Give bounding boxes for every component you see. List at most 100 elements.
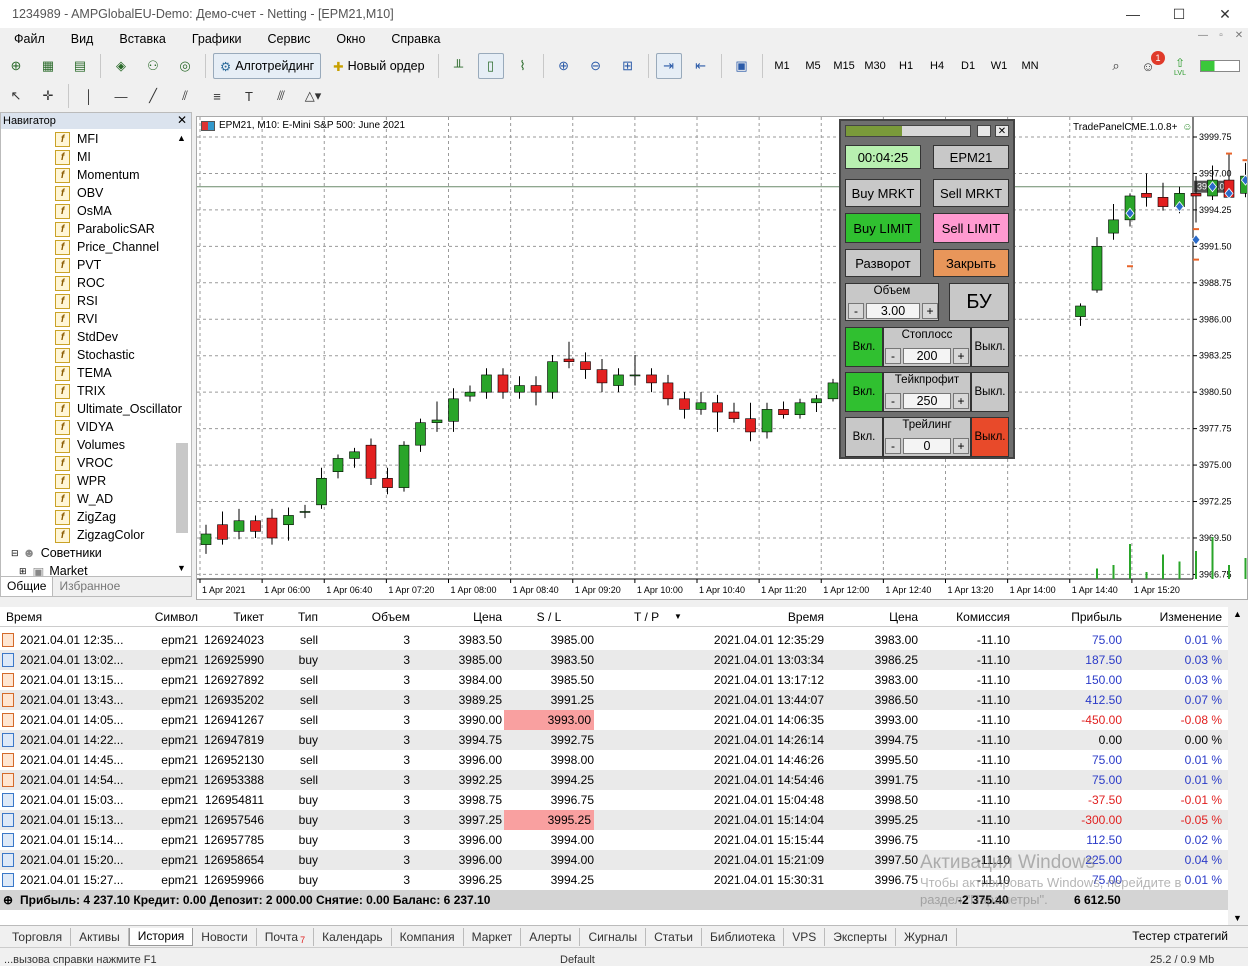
signals-icon[interactable]: ◎ (172, 53, 198, 79)
toolbox-tab[interactable]: Алерты (521, 927, 581, 946)
toolbox-tab[interactable]: Торговля (4, 927, 72, 946)
timeframe-mn[interactable]: MN (1015, 53, 1046, 79)
timeframe-m1[interactable]: M1 (767, 53, 798, 79)
history-column-header[interactable]: Время (6, 610, 126, 624)
table-row[interactable]: 2021.04.01 15:14... epm21 126957785 buy 3 399… (0, 830, 1228, 850)
history-column-header[interactable]: Тикет (200, 610, 264, 624)
trailing-plus-button[interactable]: + (953, 438, 969, 454)
indicator-item[interactable]: f ZigzagColor (55, 526, 144, 544)
table-row[interactable]: 2021.04.01 15:13... epm21 126957546 buy 3 399… (0, 810, 1228, 830)
chart-window[interactable]: 3999.75 3997.00 3994.25 3991.50 3988.75 3986.… (196, 116, 1248, 600)
panel-minimize-button[interactable] (977, 125, 991, 137)
history-column-header[interactable]: S / L (504, 610, 594, 624)
indicator-item[interactable]: f RVI (55, 310, 98, 328)
auto-scroll-icon[interactable]: ⇥ (655, 53, 682, 79)
breakeven-button[interactable]: БУ (949, 283, 1009, 321)
indicator-item[interactable]: f OBV (55, 184, 103, 202)
history-column-header[interactable]: Объем (320, 610, 410, 624)
candlestick-chart-icon[interactable]: ▯ (477, 53, 504, 79)
new-order-button[interactable]: ✚ Новый ордер (327, 53, 430, 79)
indicator-item[interactable]: f TEMA (55, 364, 112, 382)
history-column-header[interactable]: Символ (128, 610, 198, 624)
indicator-item[interactable]: f MFI (55, 130, 99, 148)
crosshair-icon[interactable]: ✛ (35, 83, 61, 109)
menu-file[interactable]: Файл (0, 32, 58, 46)
toolbox-tab[interactable]: Библиотека (702, 927, 785, 946)
strategy-tester-tab[interactable]: Тестер стратегий (1132, 929, 1228, 943)
table-row[interactable]: 2021.04.01 13:02... epm21 126925990 buy 3 398… (0, 650, 1228, 670)
takeprofit-minus-button[interactable]: - (885, 393, 901, 409)
history-column-header[interactable]: Цена (826, 610, 918, 624)
menu-view[interactable]: Вид (58, 32, 107, 46)
toolbox-tab[interactable]: Статьи (646, 927, 703, 946)
indicator-item[interactable]: f PVT (55, 256, 101, 274)
stoploss-input[interactable]: 200 (903, 348, 951, 364)
table-row[interactable]: 2021.04.01 12:35... epm21 126924023 sell 3 39… (0, 630, 1228, 650)
toolbox-tab[interactable]: Новости (193, 927, 257, 946)
trailing-minus-button[interactable]: - (885, 438, 901, 454)
indicator-item[interactable]: f Stochastic (55, 346, 135, 364)
timeframe-d1[interactable]: D1 (953, 53, 984, 79)
close-position-button[interactable]: Закрыть (933, 249, 1009, 277)
market-watch-icon[interactable]: ▤ (67, 53, 93, 79)
indicator-item[interactable]: f MI (55, 148, 91, 166)
toolbox-tab[interactable]: Календарь (314, 927, 392, 946)
minimize-icon[interactable]: — (1110, 0, 1156, 28)
trailing-off-button[interactable]: Выкл. (971, 417, 1009, 457)
toolbox-tab[interactable]: История (128, 927, 194, 946)
mdi-close-icon[interactable]: ✕ (1230, 30, 1248, 41)
stoploss-plus-button[interactable]: + (953, 348, 969, 364)
toolbox-tab[interactable]: Эксперты (825, 927, 896, 946)
buy-market-button[interactable]: Buy MRKT (845, 179, 921, 207)
stoploss-minus-button[interactable]: - (885, 348, 901, 364)
volume-input[interactable]: 3.00 (866, 303, 920, 319)
takeprofit-on-button[interactable]: Вкл. (845, 372, 883, 412)
level-icon[interactable]: ⇧ LVL (1167, 53, 1193, 79)
gann-icon[interactable]: ⫻ (268, 83, 294, 109)
menu-insert[interactable]: Вставка (106, 32, 178, 46)
timeframe-m30[interactable]: M30 (860, 53, 891, 79)
maximize-icon[interactable]: ☐ (1156, 0, 1202, 28)
indicator-item[interactable]: f Price_Channel (55, 238, 159, 256)
timeframe-h1[interactable]: H1 (891, 53, 922, 79)
price-chart[interactable]: 3999.75 3997.00 3994.25 3991.50 3988.75 3986.… (197, 117, 1247, 599)
scroll-thumb[interactable] (176, 443, 188, 533)
advisors-item[interactable]: ⊟ ☻ Советники (11, 544, 102, 562)
zoom-out-icon[interactable]: ⊖ (583, 53, 609, 79)
text-icon[interactable]: T (236, 83, 262, 109)
table-row[interactable]: 2021.04.01 15:27... epm21 126959966 buy 3 399… (0, 870, 1228, 890)
toolbox-tab[interactable]: Активы (71, 927, 129, 946)
timeframe-m15[interactable]: M15 (829, 53, 860, 79)
history-column-header[interactable]: Прибыль (1012, 610, 1122, 624)
line-chart-icon[interactable]: ⌇ (510, 53, 536, 79)
indicator-item[interactable]: f Momentum (55, 166, 140, 184)
menu-help[interactable]: Справка (378, 32, 453, 46)
chart-shift-icon[interactable]: ⇤ (688, 53, 714, 79)
toolbox-tab[interactable]: VPS (784, 927, 826, 946)
fibonacci-icon[interactable]: ≡ (204, 83, 230, 109)
new-chart-icon[interactable]: ⊕ (3, 53, 29, 79)
indicator-item[interactable]: f VROC (55, 454, 113, 472)
menu-window[interactable]: Окно (323, 32, 378, 46)
indicator-item[interactable]: f W_AD (55, 490, 113, 508)
stoploss-off-button[interactable]: Выкл. (971, 327, 1009, 367)
indicator-item[interactable]: f ZigZag (55, 508, 116, 526)
tab-common[interactable]: Общие (1, 577, 54, 596)
data-window-icon[interactable]: ⚇ (140, 53, 166, 79)
timeframe-w1[interactable]: W1 (984, 53, 1015, 79)
bar-chart-icon[interactable]: ╨ (446, 53, 472, 79)
volume-minus-button[interactable]: - (848, 303, 864, 319)
search-icon[interactable]: ⌕ (1103, 53, 1129, 79)
indicator-item[interactable]: f OsMA (55, 202, 112, 220)
trailing-input[interactable]: 0 (903, 438, 951, 454)
takeprofit-off-button[interactable]: Выкл. (971, 372, 1009, 412)
indicator-item[interactable]: f RSI (55, 292, 98, 310)
trendline-icon[interactable]: ╱ (140, 83, 166, 109)
indicator-item[interactable]: f VIDYA (55, 418, 114, 436)
navigator-scrollbar[interactable]: ▲ ▼ (175, 133, 189, 573)
indicator-item[interactable]: f StdDev (55, 328, 118, 346)
shapes-icon[interactable]: △▾ (300, 83, 326, 109)
summary-expand-icon[interactable]: ⊕ (3, 893, 13, 907)
scroll-up-icon[interactable]: ▲ (177, 133, 186, 143)
table-row[interactable]: 2021.04.01 13:15... epm21 126927892 sell 3 39… (0, 670, 1228, 690)
